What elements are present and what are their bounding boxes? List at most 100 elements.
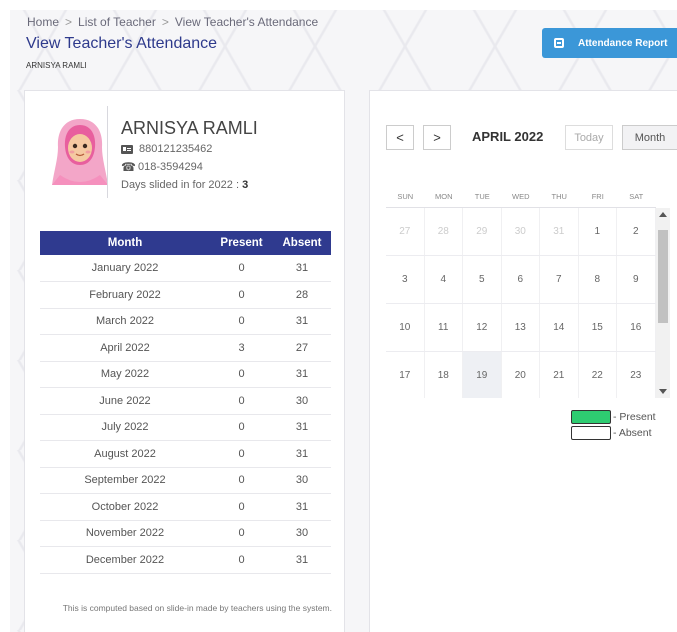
attendance-report-button[interactable]: Attendance Report	[542, 28, 677, 58]
table-row: July 2022 0 31	[40, 414, 331, 441]
cell-month: March 2022	[40, 308, 210, 335]
weekday-wed: WED	[512, 192, 530, 201]
cell-absent: 31	[273, 493, 331, 521]
cell-absent: 30	[273, 467, 331, 494]
scroll-up-icon[interactable]	[659, 212, 667, 217]
calendar-day[interactable]: 13	[502, 304, 540, 351]
calendar-day[interactable]: 18	[425, 352, 463, 398]
calendar-day[interactable]: 9	[617, 256, 656, 303]
cell-absent: 31	[273, 440, 331, 468]
calendar-day[interactable]: 4	[425, 256, 463, 303]
page-title: View Teacher's Attendance	[26, 35, 218, 52]
calendar-day[interactable]: 6	[502, 256, 540, 303]
calendar-day[interactable]: 8	[579, 256, 617, 303]
calendar-week: 10 11 12 13 14 15 16	[386, 304, 656, 352]
breadcrumb-current: View Teacher's Attendance	[174, 15, 319, 29]
calendar-day[interactable]: 14	[540, 304, 579, 351]
scroll-down-icon[interactable]	[659, 389, 667, 394]
calendar-grid: SUN MON TUE WED THU FRI SAT 27 28 29 30 …	[386, 186, 656, 398]
calendar-day[interactable]: 3	[386, 256, 425, 303]
cell-present: 0	[210, 546, 273, 574]
teacher-phone-number: 018-3594294	[138, 161, 203, 173]
calendar-day[interactable]: 5	[463, 256, 502, 303]
calendar-day[interactable]: 21	[540, 352, 579, 398]
attendance-header-row: Month Present Absent	[40, 231, 331, 255]
calendar-day[interactable]: 15	[579, 304, 617, 351]
cell-month: February 2022	[40, 281, 210, 309]
cell-month: April 2022	[40, 334, 210, 362]
attendance-table: Month Present Absent January 2022 0 31 Feb…	[40, 231, 331, 574]
legend-present: - Present	[571, 409, 656, 425]
breadcrumb-separator: >	[65, 15, 73, 29]
header-month: Month	[40, 231, 210, 255]
cell-absent: 31	[273, 308, 331, 335]
calendar-day[interactable]: 30	[502, 208, 540, 255]
table-row: October 2022 0 31	[40, 493, 331, 521]
month-view-button[interactable]: Month	[622, 125, 677, 150]
teacher-name: ARNISYA RAMLI	[121, 118, 258, 138]
cell-present: 3	[210, 334, 273, 362]
calendar-day[interactable]: 27	[386, 208, 425, 255]
weekday-sat: SAT	[629, 192, 644, 201]
calendar-day[interactable]: 7	[540, 256, 579, 303]
calendar-day[interactable]: 17	[386, 352, 425, 398]
attendance-report-label: Attendance Report	[578, 37, 668, 49]
next-month-button[interactable]: >	[423, 125, 451, 150]
calendar-legend: - Present - Absent	[571, 409, 656, 441]
table-row: January 2022 0 31	[40, 255, 331, 282]
cell-month: August 2022	[40, 440, 210, 468]
calendar-day[interactable]: 10	[386, 304, 425, 351]
header-absent: Absent	[273, 231, 331, 255]
calendar-day[interactable]: 16	[617, 304, 656, 351]
calendar-day-today[interactable]: 19	[463, 352, 502, 398]
calendar-day[interactable]: 12	[463, 304, 502, 351]
scrollbar-thumb[interactable]	[658, 230, 668, 323]
cell-present: 0	[210, 281, 273, 309]
legend-present-label: - Present	[613, 411, 656, 423]
breadcrumb-home[interactable]: Home	[27, 15, 59, 29]
cell-present: 0	[210, 440, 273, 468]
weekday-fri: FRI	[591, 192, 604, 201]
cell-absent: 27	[273, 334, 331, 362]
cell-present: 0	[210, 361, 273, 388]
cell-present: 0	[210, 493, 273, 521]
table-row: February 2022 0 28	[40, 281, 331, 309]
calendar-day[interactable]: 28	[425, 208, 463, 255]
calendar-day[interactable]: 31	[540, 208, 579, 255]
legend-absent: - Absent	[571, 425, 656, 441]
cell-month: January 2022	[40, 255, 210, 282]
table-row: June 2022 0 30	[40, 387, 331, 415]
calendar-week: 17 18 19 20 21 22 23	[386, 352, 656, 398]
cell-absent: 31	[273, 255, 331, 282]
profile-divider	[107, 106, 108, 198]
prev-month-button[interactable]: <	[386, 125, 414, 150]
breadcrumb-list-of-teacher[interactable]: List of Teacher	[78, 15, 156, 29]
weekday-thu: THU	[551, 192, 567, 201]
legend-absent-label: - Absent	[613, 427, 652, 439]
phone-icon: ☎	[121, 159, 136, 174]
calendar-day[interactable]: 23	[617, 352, 656, 398]
calendar-card: < > APRIL 2022 Today Month SUN MON TUE W…	[369, 90, 677, 632]
calendar-day[interactable]: 29	[463, 208, 502, 255]
cell-absent: 30	[273, 520, 331, 547]
teacher-card: ARNISYA RAMLI 880121235462 ☎ 018-3594294…	[24, 90, 345, 632]
cell-month: October 2022	[40, 493, 210, 521]
cell-absent: 31	[273, 414, 331, 441]
today-button[interactable]: Today	[565, 125, 613, 150]
calendar-day[interactable]: 11	[425, 304, 463, 351]
calendar-day[interactable]: 1	[579, 208, 617, 255]
cell-absent: 30	[273, 387, 331, 415]
calendar-week: 3 4 5 6 7 8 9	[386, 256, 656, 304]
calendar-day[interactable]: 22	[579, 352, 617, 398]
legend-absent-swatch	[571, 426, 611, 440]
table-row: April 2022 3 27	[40, 334, 331, 362]
calendar-day[interactable]: 2	[617, 208, 656, 255]
calendar-scrollbar[interactable]	[656, 208, 670, 398]
weekday-mon: MON	[435, 192, 453, 201]
table-row: September 2022 0 30	[40, 467, 331, 494]
breadcrumb-separator: >	[161, 15, 169, 29]
calendar-day[interactable]: 20	[502, 352, 540, 398]
cell-month: May 2022	[40, 361, 210, 388]
cell-month: June 2022	[40, 387, 210, 415]
days-value: 3	[242, 179, 249, 191]
